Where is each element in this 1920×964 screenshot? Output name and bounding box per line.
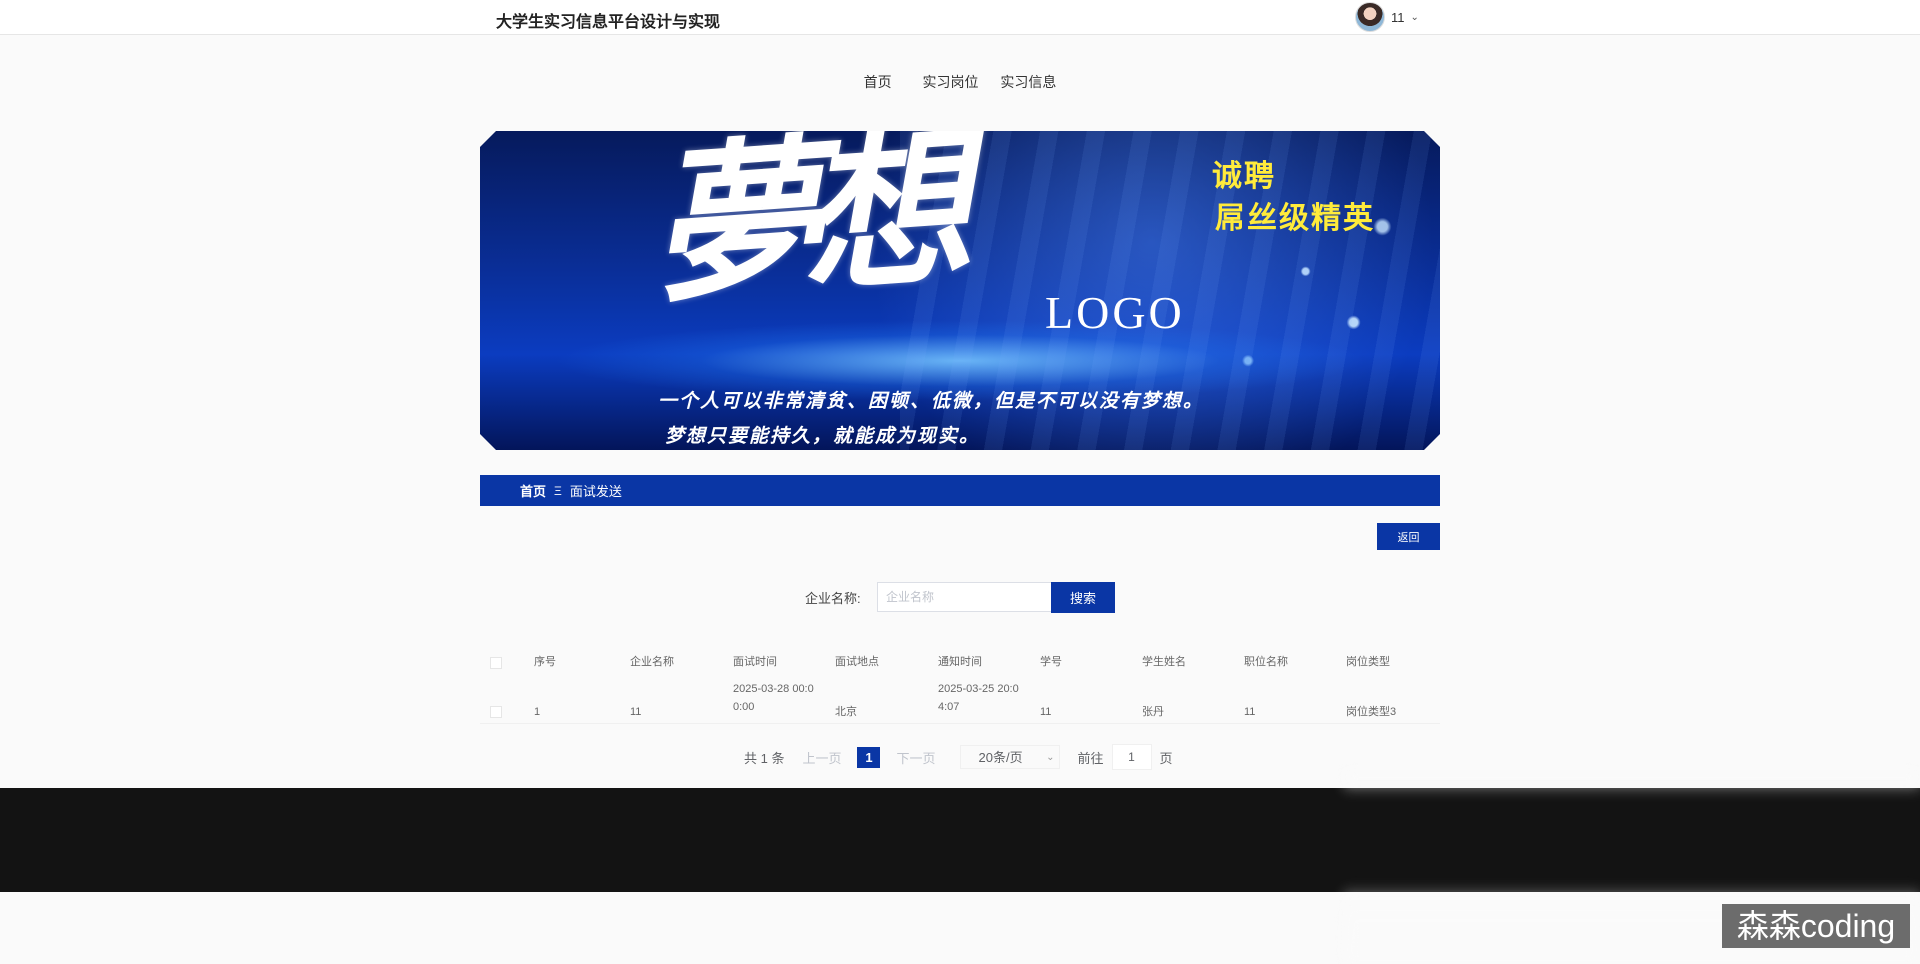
column-header: 学号 (1040, 656, 1062, 668)
table-header-row: 序号 企业名称 面试时间 面试地点 通知时间 学号 学生姓名 职位名称 岗位类型 (480, 645, 1440, 675)
banner-slogan-2: 梦想只要能持久，就能成为现实。 (665, 425, 981, 447)
goto-page-input[interactable] (1111, 744, 1152, 770)
banner-logo-text: LOGO (1045, 287, 1185, 338)
pagination: 共 1 条 上一页 1 下一页 20条/页 ⌄ 前往 页 (744, 744, 1173, 770)
search-button[interactable]: 搜索 (1051, 582, 1115, 613)
column-header: 面试时间 (733, 656, 777, 668)
goto-suffix: 页 (1159, 750, 1173, 766)
chevron-down-icon[interactable]: ⌄ (1411, 12, 1419, 23)
banner-big-text: 夢想 (643, 131, 957, 329)
banner-image: 夢想 LOGO 诚聘 屌丝级精英 一个人可以非常清贫、困顿、低微，但是不可以没有… (480, 131, 1440, 450)
user-menu[interactable]: 11 ⌄ (1355, 2, 1419, 32)
breadcrumb: 首页 Ξ 面试发送 (480, 475, 1440, 506)
next-page-button[interactable]: 下一页 (896, 748, 935, 767)
table-cell: 1 (534, 706, 541, 718)
interview-table: 序号 企业名称 面试时间 面试地点 通知时间 学号 学生姓名 职位名称 岗位类型… (480, 645, 1440, 724)
table-cell: 11 (630, 706, 642, 718)
table-row[interactable]: 1 11 2025-03-28 00:00:00 北京 2025-03-25 2… (480, 675, 1440, 724)
avatar[interactable] (1355, 2, 1385, 32)
column-header: 职位名称 (1244, 656, 1288, 668)
breadcrumb-home[interactable]: 首页 (520, 481, 546, 500)
company-name-input[interactable] (877, 582, 1059, 612)
search-label: 企业名称: (805, 591, 861, 606)
column-header: 序号 (534, 656, 556, 668)
column-header: 企业名称 (630, 656, 674, 668)
table-cell: 张丹 (1142, 706, 1164, 718)
column-header: 通知时间 (938, 656, 982, 668)
table-cell: 北京 (835, 706, 857, 718)
table-cell: 11 (1244, 706, 1256, 718)
goto-label: 前往 (1077, 750, 1104, 766)
user-name[interactable]: 11 (1391, 10, 1405, 25)
nav-item-home[interactable]: 首页 (864, 72, 892, 92)
pagination-total: 共 1 条 (744, 750, 785, 766)
table-cell: 2025-03-25 20:04:07 (938, 683, 1019, 713)
top-bar: 大学生实习信息平台设计与实现 11 ⌄ (0, 0, 1920, 35)
site-title: 大学生实习信息平台设计与实现 (496, 14, 721, 31)
table-cell: 11 (1040, 706, 1052, 718)
table-cell: 岗位类型3 (1346, 706, 1397, 718)
column-header: 面试地点 (835, 656, 879, 668)
chevron-down-icon: ⌄ (1046, 752, 1055, 763)
column-header: 学生姓名 (1142, 656, 1186, 668)
watermark: 森森coding (1722, 904, 1910, 948)
nav-item-internship-info[interactable]: 实习信息 (1000, 72, 1056, 92)
nav-item-jobs[interactable]: 实习岗位 (923, 72, 979, 92)
select-all-checkbox[interactable] (490, 657, 502, 669)
column-header: 岗位类型 (1346, 656, 1390, 668)
back-button[interactable]: 返回 (1377, 523, 1440, 550)
main-nav: 首页 实习岗位 实习信息 (0, 72, 1920, 92)
row-checkbox[interactable] (490, 706, 502, 718)
banner-slogan-1: 一个人可以非常清贫、困顿、低微，但是不可以没有梦想。 (658, 390, 1205, 412)
prev-page-button[interactable]: 上一页 (802, 748, 841, 767)
breadcrumb-current: 面试发送 (569, 484, 622, 499)
page-number-button[interactable]: 1 (857, 746, 881, 768)
banner-elite-text: 屌丝级精英 (1215, 201, 1375, 236)
page-size-select[interactable]: 20条/页 ⌄ (959, 745, 1060, 769)
banner-hiring-text: 诚聘 (1212, 159, 1276, 194)
page-size-value: 20条/页 (978, 750, 1023, 765)
table-cell: 2025-03-28 00:00:00 (733, 683, 814, 713)
breadcrumb-separator-icon: Ξ (554, 483, 562, 498)
